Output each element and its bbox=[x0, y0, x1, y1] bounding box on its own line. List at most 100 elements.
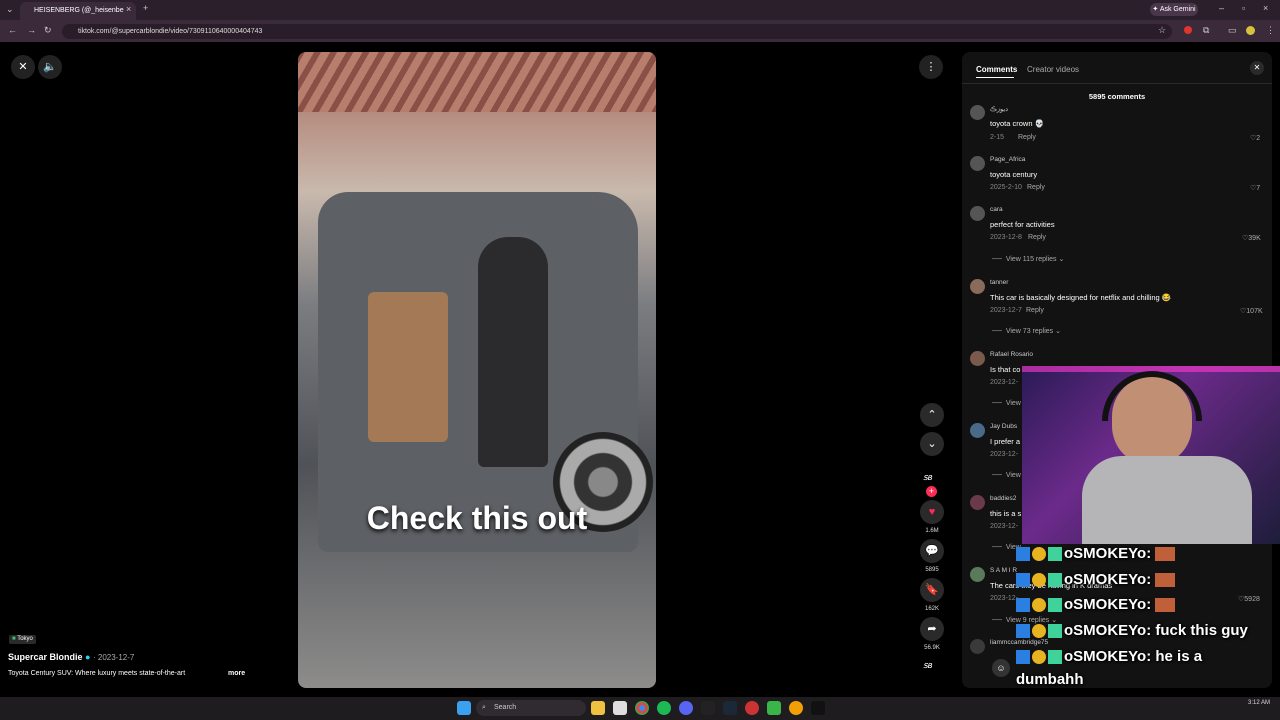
reply-button[interactable]: Reply bbox=[1018, 134, 1036, 141]
comment-like[interactable]: ♡7 bbox=[1250, 184, 1260, 192]
comment-author[interactable]: baddies2 bbox=[990, 495, 1016, 502]
maximize-button[interactable]: ▫ bbox=[1242, 3, 1245, 13]
extensions-puzzle-icon[interactable]: ⧉ bbox=[1203, 25, 1209, 36]
tab-comments[interactable]: Comments bbox=[976, 65, 1017, 74]
avatar[interactable] bbox=[970, 423, 985, 438]
comment-author[interactable]: tanner bbox=[990, 279, 1008, 286]
chat-text: oSMOKEYo: bbox=[1064, 545, 1152, 562]
comment-author[interactable]: Rafael Rosario bbox=[990, 351, 1033, 358]
avatar[interactable] bbox=[970, 156, 985, 171]
emoji-button[interactable]: ☺ bbox=[992, 659, 1010, 677]
avatar[interactable] bbox=[970, 351, 985, 366]
url-field[interactable]: tiktok.com/@supercarblondie/video/730911… bbox=[62, 24, 1172, 39]
location-tag[interactable]: ■ Tokyo bbox=[9, 635, 36, 644]
windows-start-icon[interactable] bbox=[457, 701, 471, 715]
sound-avatar[interactable]: ꜱʙ bbox=[923, 660, 932, 671]
ask-gemini-button[interactable]: ✦ Ask Gemini bbox=[1150, 3, 1198, 16]
tab-creator-videos[interactable]: Creator videos bbox=[1027, 65, 1079, 74]
prev-video-button[interactable]: ⌃ bbox=[920, 403, 944, 427]
reply-button[interactable]: Reply bbox=[1028, 234, 1046, 241]
avatar[interactable] bbox=[970, 206, 985, 221]
url-text: tiktok.com/@supercarblondie/video/730911… bbox=[78, 28, 263, 35]
comment-like[interactable]: ♡107K bbox=[1240, 307, 1263, 315]
like-button[interactable]: ♥ bbox=[920, 500, 944, 524]
badge-icon bbox=[1032, 573, 1046, 588]
follow-button[interactable]: + bbox=[926, 486, 937, 497]
cast-icon[interactable]: ▭ bbox=[1228, 25, 1237, 36]
reply-button[interactable]: Reply bbox=[1027, 184, 1045, 191]
reply-button[interactable]: Reply bbox=[1026, 307, 1044, 314]
comment-text: This car is basically designed for netfl… bbox=[990, 293, 1172, 302]
view-replies-label: View bbox=[1005, 400, 1021, 407]
more-link[interactable]: more bbox=[228, 670, 245, 677]
gemini-icon: ✦ bbox=[1152, 6, 1159, 13]
avatar[interactable] bbox=[970, 279, 985, 294]
window-close-button[interactable]: × bbox=[1263, 3, 1268, 13]
comment-text: toyota crown 💀 bbox=[990, 119, 1044, 128]
forward-icon[interactable]: → bbox=[27, 25, 36, 35]
tab-bar: ⌄ HEISENBERG (@_heisenbe × + ✦ Ask Gemin… bbox=[0, 0, 1280, 20]
taskbar-search[interactable]: ⌕ Search bbox=[476, 700, 586, 716]
save-button[interactable]: 🔖 bbox=[920, 578, 944, 602]
profile-avatar[interactable] bbox=[1246, 26, 1255, 35]
creator-avatar[interactable]: ꜱʙ bbox=[923, 472, 941, 484]
view-replies[interactable]: ── View 73 replies ⌄ bbox=[992, 327, 1061, 335]
play-icon[interactable] bbox=[767, 701, 781, 715]
comment-button[interactable]: 💬 bbox=[920, 539, 944, 563]
chrome-icon[interactable] bbox=[635, 701, 649, 715]
comment-author[interactable]: دیوزڪ bbox=[990, 105, 1008, 113]
spotify-icon[interactable] bbox=[657, 701, 671, 715]
terminal-icon[interactable] bbox=[701, 701, 715, 715]
plus-icon: + bbox=[928, 486, 935, 496]
view-replies[interactable]: ── View bbox=[992, 472, 1021, 479]
comment-date: 2023-12-8 bbox=[990, 234, 1022, 241]
chat-message-continued: dumbahh bbox=[1016, 671, 1084, 688]
comment-author[interactable]: Jay Dubs bbox=[990, 423, 1017, 430]
comment-like[interactable]: ♡2 bbox=[1250, 134, 1260, 142]
extension-icon[interactable] bbox=[1184, 26, 1192, 34]
more-options-button[interactable]: ⋮ bbox=[919, 55, 943, 79]
more-icon: ⋮ bbox=[925, 61, 937, 73]
comment-author[interactable]: Page_Africa bbox=[990, 156, 1025, 163]
view-replies[interactable]: ── View bbox=[992, 400, 1021, 407]
steam-icon[interactable] bbox=[723, 701, 737, 715]
new-tab-button[interactable]: + bbox=[143, 3, 148, 13]
chat-text: oSMOKEYo: he is a bbox=[1064, 648, 1203, 665]
comment-text: perfect for activities bbox=[990, 220, 1055, 229]
post-date: · 2023-12-7 bbox=[93, 653, 135, 662]
discord-icon[interactable] bbox=[679, 701, 693, 715]
avatar[interactable] bbox=[970, 495, 985, 510]
reload-icon[interactable]: ↻ bbox=[44, 25, 52, 36]
browser-tab[interactable]: HEISENBERG (@_heisenbe bbox=[20, 2, 136, 20]
view-replies[interactable]: ── View 115 replies ⌄ bbox=[992, 255, 1064, 263]
comment-like[interactable]: ♡39K bbox=[1242, 234, 1261, 242]
view-replies-label: View bbox=[1005, 472, 1021, 479]
tab-search-icon[interactable]: ⌄ bbox=[6, 4, 14, 15]
author-name[interactable]: Supercar Blondie bbox=[8, 652, 83, 662]
comment-like[interactable]: ♡5928 bbox=[1238, 595, 1260, 603]
tab-close-icon[interactable]: × bbox=[126, 4, 131, 14]
share-button[interactable]: ➦ bbox=[920, 617, 944, 641]
close-comments-button[interactable]: ✕ bbox=[1250, 61, 1264, 75]
back-icon[interactable]: ← bbox=[8, 25, 17, 35]
browser-icon[interactable] bbox=[789, 701, 803, 715]
comment-author[interactable]: S A M I R bbox=[990, 567, 1017, 574]
menu-icon[interactable]: ⋮ bbox=[1266, 25, 1275, 36]
close-video-button[interactable]: ✕ bbox=[11, 55, 35, 79]
video-player[interactable]: Check this out bbox=[298, 52, 656, 688]
comment-author[interactable]: liammccambridge75 bbox=[990, 639, 1048, 646]
next-video-button[interactable]: ⌄ bbox=[920, 432, 944, 456]
avatar[interactable] bbox=[970, 105, 985, 120]
calendar-icon[interactable] bbox=[613, 701, 627, 715]
volume-button[interactable]: 🔈 bbox=[38, 55, 62, 79]
comment-author[interactable]: cara bbox=[990, 206, 1003, 213]
record-icon[interactable] bbox=[745, 701, 759, 715]
avatar[interactable] bbox=[970, 567, 985, 582]
bookmark-star-icon[interactable]: ☆ bbox=[1158, 25, 1166, 36]
avatar[interactable] bbox=[970, 639, 985, 654]
file-explorer-icon[interactable] bbox=[591, 701, 605, 715]
gift-icon bbox=[1048, 598, 1062, 613]
minimize-button[interactable]: – bbox=[1219, 3, 1224, 13]
comment-text: this is a s bbox=[990, 509, 1022, 518]
epic-games-icon[interactable] bbox=[811, 701, 825, 715]
